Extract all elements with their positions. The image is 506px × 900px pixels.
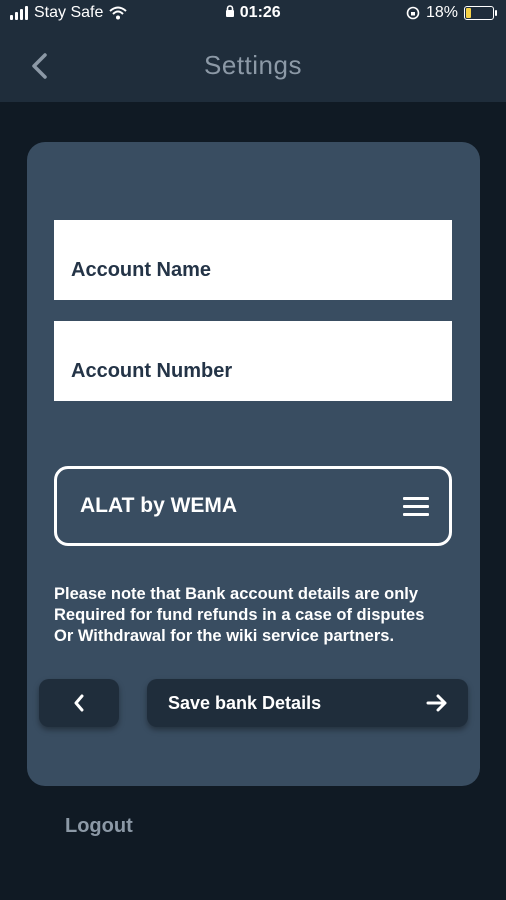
save-button-label: Save bank Details	[168, 692, 322, 713]
bank-details-card: Account Name Account Number ALAT by WEMA…	[27, 142, 480, 786]
save-bank-details-button[interactable]: Save bank Details	[147, 679, 468, 727]
arrow-right-icon	[426, 694, 447, 712]
chevron-left-icon	[74, 694, 84, 712]
status-time: 01:26	[239, 4, 281, 21]
note-line: Or Withdrawal for the wiki service partn…	[54, 627, 395, 645]
note-line: Required for fund refunds in a case of d…	[54, 606, 425, 624]
account-name-field[interactable]: Account Name	[54, 220, 452, 300]
hamburger-menu-icon	[403, 496, 429, 516]
info-note: Please note that Bank account details ar…	[54, 584, 464, 647]
account-number-field[interactable]: Account Number	[54, 321, 452, 401]
orientation-lock-icon	[406, 6, 420, 20]
note-line: Please note that Bank account details ar…	[54, 585, 419, 603]
battery-percent: 18%	[425, 4, 458, 21]
bank-select-value: ALAT by WEMA	[80, 494, 238, 517]
battery-icon	[464, 6, 497, 20]
previous-button[interactable]	[39, 679, 119, 727]
logout-button[interactable]: Logout	[65, 815, 133, 838]
status-bar: Stay Safe 01:26 18%	[0, 0, 506, 30]
bank-select[interactable]: ALAT by WEMA	[54, 466, 452, 546]
lock-icon	[226, 5, 235, 17]
status-right: 18%	[406, 4, 497, 22]
settings-screen: Stay Safe 01:26 18% Settings Account Nam…	[0, 0, 506, 900]
account-name-placeholder: Account Name	[71, 259, 212, 281]
page-title: Settings	[204, 50, 302, 80]
nav-bar: Settings	[0, 30, 506, 102]
account-number-placeholder: Account Number	[71, 360, 233, 382]
